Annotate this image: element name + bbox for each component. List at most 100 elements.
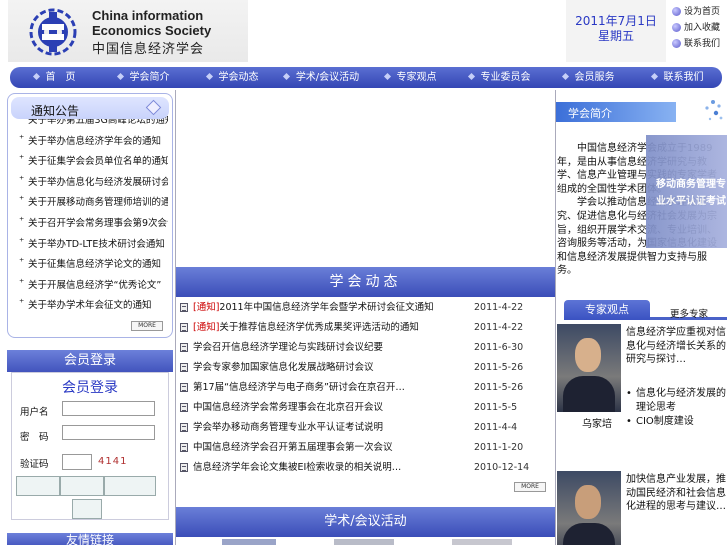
- bullet-icon: ⁺: [19, 133, 25, 145]
- quick-link-label: 联系我们: [684, 39, 721, 49]
- password-label: 密 码: [20, 432, 49, 443]
- nav-item-activities[interactable]: 学术/会议活动: [277, 67, 366, 88]
- list-item[interactable]: ⁺ 关于开展移动商务管理师培训的通知: [18, 193, 168, 214]
- news-title: [通知]关于推荐信息经济学优秀成果奖评选活动的通知: [193, 318, 473, 338]
- list-item[interactable]: [通知]关于推荐信息经济学优秀成果奖评选活动的通知 2011-4-22: [180, 318, 552, 338]
- list-item[interactable]: 第17届“信息经济学与电子商务”研讨会在京召开… 2011-5-26: [180, 378, 552, 398]
- list-item[interactable]: ⁺ 关于举办学术年会征文的通知: [18, 296, 168, 317]
- news-more-button[interactable]: MORE: [514, 482, 546, 492]
- nav-item-home[interactable]: 首 页: [10, 67, 99, 88]
- activities-section-header: 学术/会议活动: [176, 507, 555, 537]
- list-item[interactable]: 中国信息经济学会召开第五届理事会第一次会议 2011-1-20: [180, 438, 552, 458]
- tab-more-experts[interactable]: 更多专家: [670, 306, 708, 320]
- list-item[interactable]: 中国信息经济学会常务理事会在北京召开会议 2011-5-5: [180, 398, 552, 418]
- expert-photo[interactable]: [557, 324, 621, 412]
- bullet-orb-icon: [672, 23, 681, 32]
- notice-text: 关于举办TD-LTE技术研讨会通知: [28, 238, 165, 250]
- login-form: 会员登录 用户名 密 码 验证码 4141: [11, 372, 169, 520]
- notice-text: 关于征集信息经济学论文的通知: [28, 259, 162, 271]
- notice-title: 通知公告: [31, 104, 80, 118]
- news-date: 2011-1-20: [474, 442, 524, 453]
- notice-more-button[interactable]: MORE: [131, 321, 163, 331]
- expert-quote[interactable]: 信息经济学应重视对信息化与经济增长关系的研究与探讨…: [626, 326, 726, 367]
- logo-text-en-2: Economics Society: [92, 23, 212, 38]
- news-date: 2011-5-26: [474, 362, 524, 373]
- notice-panel: ⁺关于举办第五届3G高峰论坛的通知… ⁺关于举办信息经济学年会的通知 ⁺关于征集…: [7, 93, 173, 338]
- list-item[interactable]: [通知]2011年中国信息经济学年会暨学术研讨会征文通知 2011-4-22: [180, 298, 552, 318]
- nav-item-experts[interactable]: 专家观点: [366, 67, 455, 88]
- reset-button[interactable]: [72, 499, 102, 519]
- quick-link-contact[interactable]: 联系我们: [670, 36, 727, 52]
- list-item[interactable]: 学会举办移动商务管理专业水平认证考试说明 2011-4-4: [180, 418, 552, 438]
- password-input[interactable]: [62, 425, 155, 440]
- nav-label: 专家观点: [396, 72, 437, 83]
- activity-thumbnail[interactable]: [334, 539, 394, 545]
- nav-item-committees[interactable]: 专业委员会: [455, 67, 544, 88]
- diamond-icon: [282, 72, 290, 81]
- list-item[interactable]: ⁺ 关于举办信息经济学年会的通知: [18, 132, 168, 153]
- expert-quote[interactable]: 加快信息产业发展，推动国民经济和社会信息化进程的思考与建议…: [626, 473, 726, 514]
- diamond-icon: [467, 72, 475, 81]
- forgot-password-button[interactable]: [104, 476, 156, 496]
- bullet-icon: ⁺: [19, 195, 25, 207]
- list-item[interactable]: ⁺关于举办信息化与经济发展研讨会的通知…: [18, 173, 168, 194]
- list-item[interactable]: ⁺ 关于征集学会会员单位名单的通知: [18, 152, 168, 173]
- list-item[interactable]: ⁺ 关于开展信息经济学“优秀论文”: [18, 276, 168, 297]
- ad-text-2: 业水平认证考试: [656, 196, 726, 207]
- nav-item-news[interactable]: 学会动态: [188, 67, 277, 88]
- certification-ad[interactable]: 移动商务管理专 业水平认证考试: [646, 135, 727, 248]
- expert-photo[interactable]: [557, 471, 621, 545]
- login-button[interactable]: [16, 476, 60, 496]
- diamond-icon: [32, 72, 40, 81]
- document-icon: [180, 383, 188, 392]
- activity-thumbnail[interactable]: [452, 539, 512, 545]
- nav-item-members[interactable]: 会员服务: [544, 67, 633, 88]
- logo-text-cn: 中国信息经济学会: [92, 42, 205, 57]
- bullet-orb-icon: [672, 7, 681, 16]
- tab-expert-views[interactable]: 专家观点: [564, 300, 650, 320]
- nav-item-contact[interactable]: 联系我们: [633, 67, 722, 88]
- news-title-text: 学会举办移动商务管理专业水平认证考试说明: [193, 422, 384, 433]
- username-label: 用户名: [20, 407, 49, 418]
- news-title: [通知]2011年中国信息经济学年会暨学术研讨会征文通知: [193, 298, 473, 318]
- left-column: ⁺关于举办第五届3G高峰论坛的通知… ⁺关于举办信息经济学年会的通知 ⁺关于征集…: [7, 93, 173, 520]
- list-item[interactable]: ⁺ 关于举办TD-LTE技术研讨会通知: [18, 235, 168, 256]
- news-title-text: 中国信息经济学会召开第五届理事会第一次会议: [193, 442, 393, 453]
- news-title: 中国信息经济学会召开第五届理事会第一次会议: [193, 438, 473, 458]
- bullet-icon: ⁺: [19, 154, 25, 166]
- intro-title: 学会简介: [568, 107, 612, 120]
- news-tag: [通知]: [193, 302, 220, 313]
- username-input[interactable]: [62, 401, 155, 416]
- nav-item-about[interactable]: 学会简介: [99, 67, 188, 88]
- list-item[interactable]: ⁺ 关于征集信息经济学论文的通知: [18, 255, 168, 276]
- bullet-icon: ⁺: [19, 277, 25, 289]
- captcha-input[interactable]: [62, 454, 92, 470]
- quick-link-homepage[interactable]: 设为首页: [670, 4, 727, 20]
- nav-label: 学术/会议活动: [295, 72, 360, 83]
- news-title-text: 2011年中国信息经济学年会暨学术研讨会征文通知: [219, 302, 434, 313]
- notice-text: 关于开展移动商务管理师培训的通知: [28, 197, 168, 209]
- bullet-icon: ⁺: [19, 236, 25, 248]
- expert-topics: 信息化与经济发展的理论思考 CIO制度建设: [626, 387, 726, 429]
- captcha-label: 验证码: [20, 459, 49, 470]
- bullet-icon: ⁺: [19, 174, 25, 186]
- activity-thumbnail[interactable]: [222, 539, 276, 545]
- quick-links: 设为首页 加入收藏 联系我们: [670, 4, 727, 52]
- notice-list: ⁺关于举办第五届3G高峰论坛的通知… ⁺关于举办信息经济学年会的通知 ⁺关于征集…: [18, 111, 168, 317]
- list-item[interactable]: 学会专家参加国家信息化发展战略研讨会议 2011-5-26: [180, 358, 552, 378]
- nav-label: 会员服务: [574, 72, 615, 83]
- expert-topic[interactable]: CIO制度建设: [626, 415, 726, 429]
- list-item[interactable]: 学会召开信息经济学理论与实践研讨会议纪要 2011-6-30: [180, 338, 552, 358]
- quick-link-label: 设为首页: [684, 7, 721, 17]
- nav-label: 学会动态: [218, 72, 259, 83]
- register-button[interactable]: [60, 476, 104, 496]
- logo-text-en-1: China information: [92, 8, 204, 23]
- diamond-icon: [205, 72, 213, 81]
- list-item[interactable]: ⁺ 关于召开学会常务理事会第9次会议: [18, 214, 168, 235]
- expert-topic[interactable]: 信息化与经济发展的理论思考: [626, 387, 726, 415]
- quick-link-bookmark[interactable]: 加入收藏: [670, 20, 727, 36]
- list-item[interactable]: 信息经济学年会论文集被EI检索收录的相关说明… 2010-12-14: [180, 458, 552, 478]
- document-icon: [180, 463, 188, 472]
- site-logo[interactable]: China information Economics Society 中国信息…: [8, 0, 248, 62]
- news-date: 2011-5-26: [474, 382, 524, 393]
